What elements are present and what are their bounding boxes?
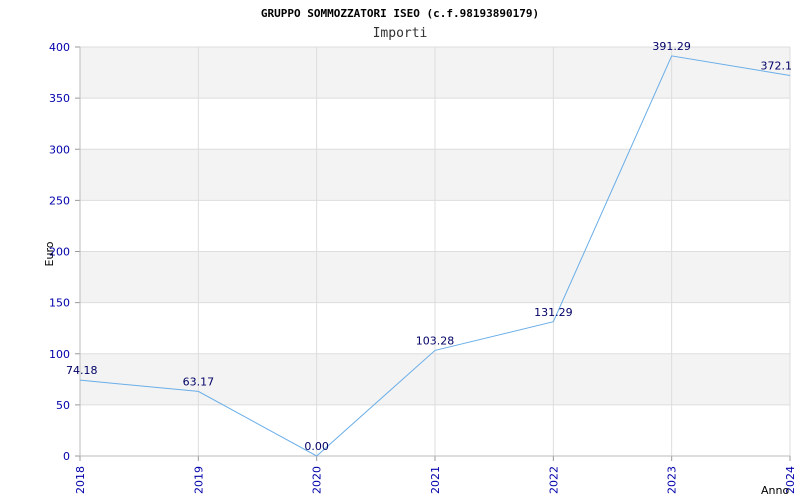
x-tick-label: 2021 [429,466,442,494]
y-tick-label: 100 [49,348,70,361]
data-label: 391.29 [652,40,691,53]
x-tick-label: 2023 [666,466,679,494]
y-axis-label: Euro [43,241,56,266]
data-label: 63.17 [183,375,215,388]
x-tick-label: 2020 [311,466,324,494]
data-label: 74.18 [66,364,98,377]
y-tick-label: 0 [63,450,70,463]
data-label: 0.00 [304,440,329,453]
x-tick-label: 2018 [74,466,87,494]
data-label: 372.1 [761,60,793,73]
y-tick-label: 50 [56,399,70,412]
y-tick-label: 150 [49,297,70,310]
y-tick-label: 400 [49,41,70,54]
x-tick-label: 2019 [192,466,205,494]
x-tick-label: 2022 [547,466,560,494]
x-axis-ticks: 2018 2019 2020 2021 2022 2023 2024 [74,456,797,494]
y-tick-label: 350 [49,92,70,105]
y-tick-label: 300 [49,143,70,156]
chart-subtitle: Importi [373,26,428,41]
y-tick-label: 250 [49,194,70,207]
line-chart: GRUPPO SOMMOZZATORI ISEO (c.f.9819389017… [43,7,797,497]
data-label: 103.28 [416,334,455,347]
data-label: 131.29 [534,306,573,319]
x-axis-label: Anno [761,484,789,497]
chart-title: GRUPPO SOMMOZZATORI ISEO (c.f.9819389017… [261,7,539,20]
